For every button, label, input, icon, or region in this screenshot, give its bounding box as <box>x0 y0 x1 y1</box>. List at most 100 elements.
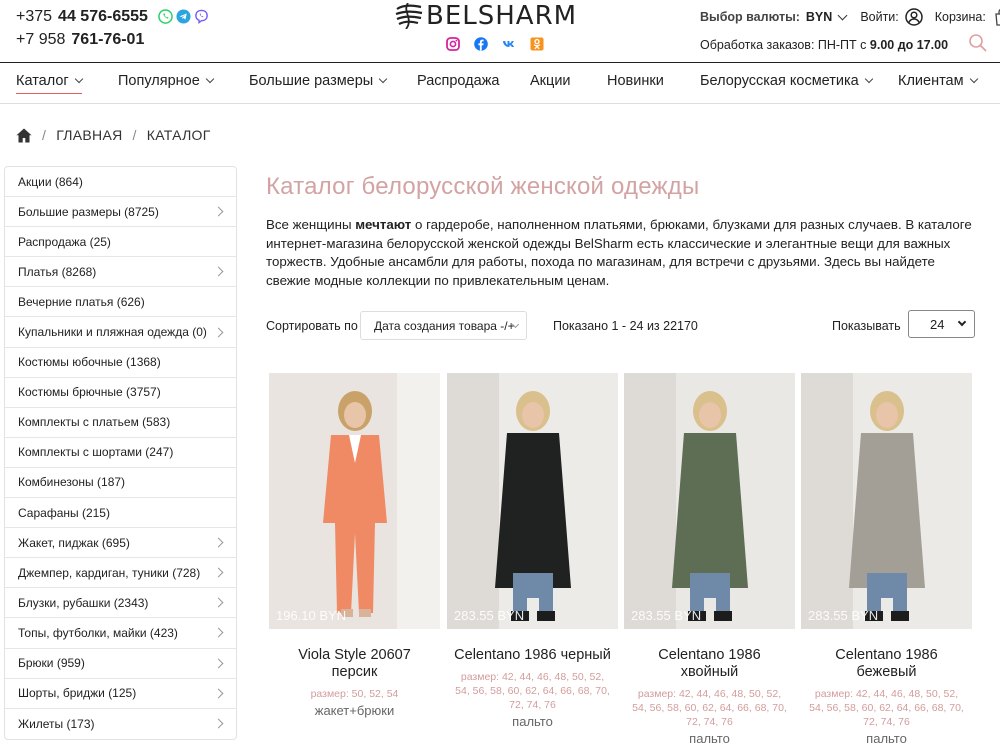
product-name[interactable]: Celentano 1986 бежевый <box>801 647 972 681</box>
product-card[interactable]: 196.10 BYN Viola Style 20607 персик размер… <box>269 373 440 718</box>
sort-select-value: Дата создания товара -/+ <box>374 319 515 333</box>
sidebar-item-label: Брюки (959) <box>18 656 85 671</box>
sidebar-item[interactable]: Комплекты с шортами (247) <box>5 438 236 468</box>
sidebar-item[interactable]: Комбинезоны (187) <box>5 468 236 499</box>
sidebar-item-label: Шорты, бриджи (125) <box>18 686 137 701</box>
page-title: Каталог белорусской женской одежды <box>266 173 700 200</box>
sidebar-item[interactable]: Блузки, рубашки (2343) <box>5 588 236 619</box>
main-nav: Каталог Популярное Большие размеры Распр… <box>0 62 1000 104</box>
search-icon <box>969 34 987 52</box>
user-icon[interactable] <box>905 8 923 26</box>
product-image[interactable]: 283.55 BYN <box>447 373 618 629</box>
results-count: Показано 1 - 24 из 22170 <box>553 319 698 333</box>
cart-button[interactable]: 0 <box>992 7 1000 27</box>
chevron-down-icon <box>74 74 83 84</box>
intro-text-start: Все женщины <box>266 217 356 232</box>
chevron-down-icon <box>378 74 388 84</box>
sidebar-item[interactable]: Джемпер, кардиган, туники (728) <box>5 558 236 589</box>
phone-2[interactable]: +7 958 761-76-01 <box>16 28 209 51</box>
whatsapp-icon[interactable] <box>158 9 173 24</box>
chevron-right-icon <box>213 327 224 337</box>
currency-selector[interactable]: BYN <box>806 10 832 24</box>
product-name[interactable]: Celentano 1986 хвойный <box>624 647 795 681</box>
catalog-main: Каталог белорусской женской одежды Все ж… <box>266 166 981 340</box>
sidebar-item[interactable]: Сарафаны (215) <box>5 498 236 529</box>
chevron-down-icon <box>205 74 215 84</box>
per-page-select[interactable]: 24 <box>908 310 975 338</box>
product-sizes: размер: 50, 52, 54 <box>310 688 399 700</box>
nav-item-clients[interactable]: Клиентам <box>898 73 978 89</box>
sidebar-item[interactable]: Брюки (959) <box>5 649 236 679</box>
nav-item-cosmetics[interactable]: Белорусская косметика <box>700 73 873 89</box>
product-card[interactable]: 283.55 BYN Celentano 1986 бежевый размер: … <box>801 373 972 746</box>
chevron-down-icon[interactable] <box>837 10 848 21</box>
product-name[interactable]: Celentano 1986 черный <box>447 647 618 664</box>
vk-icon[interactable] <box>502 37 516 51</box>
nav-item-popular[interactable]: Популярное <box>118 73 215 89</box>
sidebar-item[interactable]: Шорты, бриджи (125) <box>5 679 236 709</box>
breadcrumb-home[interactable]: ГЛАВНАЯ <box>56 127 122 143</box>
sidebar-item-label: Комплекты с шортами (247) <box>18 445 174 460</box>
product-sizes: размер: 42, 44, 46, 48, 50, 52, 54, 56, … <box>809 688 964 728</box>
product-image[interactable]: 283.55 BYN <box>624 373 795 629</box>
logo[interactable]: BELSHARM <box>394 1 577 31</box>
instagram-icon[interactable] <box>446 37 460 51</box>
catalog-toolbar: Сортировать по Дата создания товара -/+ … <box>266 310 976 341</box>
product-image[interactable]: 196.10 BYN <box>269 373 440 629</box>
cart-link[interactable]: Корзина: <box>935 10 986 24</box>
sidebar-item[interactable]: Платья (8268) <box>5 257 236 288</box>
product-name[interactable]: Viola Style 20607 персик <box>269 647 440 681</box>
sidebar-item[interactable]: Вечерние платья (626) <box>5 287 236 318</box>
nav-item-plus-size[interactable]: Большие размеры <box>249 73 388 89</box>
chevron-right-icon <box>213 537 224 548</box>
product-type: пальто <box>512 714 553 729</box>
nav-item-new[interactable]: Новинки <box>607 73 664 89</box>
sidebar-item[interactable]: Комплекты с платьем (583) <box>5 408 236 438</box>
phone-1[interactable]: +375 44 576-6555 <box>16 5 209 28</box>
sidebar-item-label: Жакет, пиджак (695) <box>18 535 130 550</box>
facebook-icon[interactable] <box>474 37 488 51</box>
product-image[interactable]: 283.55 BYN <box>801 373 972 629</box>
sidebar-item[interactable]: Большие размеры (8725) <box>5 197 236 228</box>
odnoklassniki-icon[interactable] <box>530 37 544 51</box>
sidebar-item[interactable]: Костюмы брючные (3757) <box>5 378 236 408</box>
sidebar-item[interactable]: Костюмы юбочные (1368) <box>5 348 236 378</box>
chevron-right-icon <box>213 688 224 699</box>
breadcrumb-separator: / <box>132 127 137 143</box>
work-hours-value: 9.00 до 17.00 <box>869 38 949 52</box>
site-header: +375 44 576-6555 +7 958 761-76-01 BELSHA… <box>0 0 1000 62</box>
product-sizes: размер: 42, 44, 46, 48, 50, 52, 54, 56, … <box>632 688 787 728</box>
home-icon[interactable] <box>16 128 32 143</box>
sidebar-item-label: Распродажа (25) <box>18 234 111 249</box>
nav-item-label: Клиентам <box>898 73 964 89</box>
sidebar-item[interactable]: Жилеты (173) <box>5 709 236 739</box>
product-card[interactable]: 283.55 BYN Celentano 1986 хвойный размер: … <box>624 373 795 746</box>
shopping-bag-icon <box>995 8 1000 26</box>
product-card[interactable]: 283.55 BYN Celentano 1986 черный размер: 4… <box>447 373 618 729</box>
messenger-icons <box>158 9 209 24</box>
viber-icon[interactable] <box>194 9 209 24</box>
telegram-icon[interactable] <box>176 9 191 24</box>
nav-item-promotions[interactable]: Акции <box>530 73 571 89</box>
search-button[interactable] <box>968 33 988 53</box>
sidebar-item-label: Комбинезоны (187) <box>18 475 126 490</box>
product-type: пальто <box>866 731 907 746</box>
sidebar-item[interactable]: Распродажа (25) <box>5 227 236 258</box>
chevron-right-icon <box>213 718 224 729</box>
sort-select[interactable]: Дата создания товара -/+ <box>360 311 527 340</box>
nav-item-catalog[interactable]: Каталог <box>16 73 83 94</box>
nav-item-sale[interactable]: Распродажа <box>417 73 499 89</box>
sidebar-item-label: Акции (864) <box>18 174 83 189</box>
login-link[interactable]: Войти: <box>860 10 898 24</box>
sidebar-item-label: Джемпер, кардиган, туники (728) <box>18 565 201 580</box>
sidebar-item[interactable]: Топы, футболки, майки (423) <box>5 618 236 649</box>
sidebar-item[interactable]: Акции (864) <box>5 167 236 198</box>
sidebar-item-label: Большие размеры (8725) <box>18 204 159 219</box>
sidebar-item[interactable]: Купальники и пляжная одежда (0) <box>5 317 236 348</box>
product-price: 283.55 BYN <box>631 608 702 623</box>
product-photo <box>624 373 795 629</box>
chevron-right-icon <box>213 266 224 277</box>
header-utility: Выбор валюты: BYN Войти: Корзина: 0 Обра… <box>700 8 1000 52</box>
nav-item-label: Белорусская косметика <box>700 73 859 89</box>
sidebar-item[interactable]: Жакет, пиджак (695) <box>5 528 236 559</box>
